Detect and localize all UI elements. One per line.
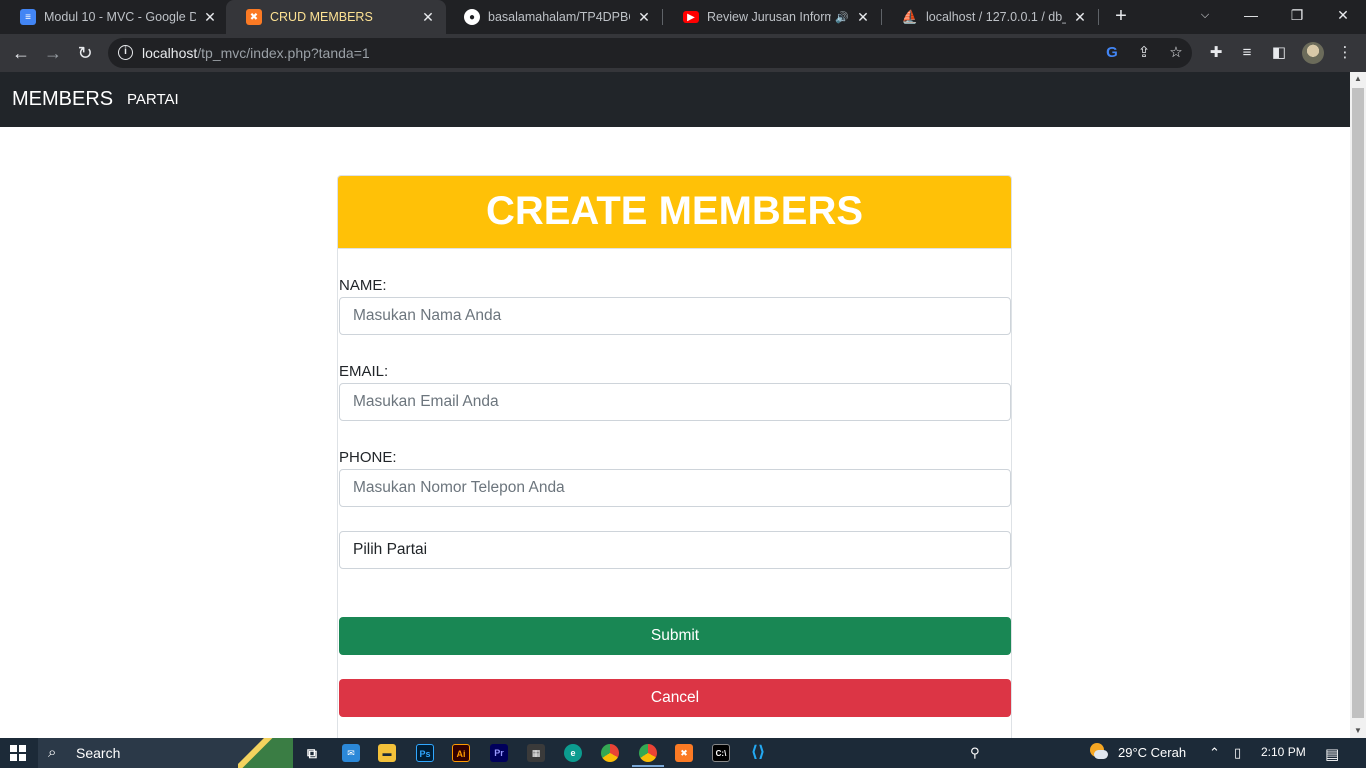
create-members-card: CREATE MEMBERS NAME: EMAIL: PHONE: Pilih… [337, 175, 1012, 738]
card-header: CREATE MEMBERS [338, 176, 1011, 249]
address-bar-url[interactable]: localhost/tp_mvc/index.php?tanda=1 [142, 45, 370, 61]
taskbar-search-box[interactable]: ⌕ Search [38, 738, 293, 768]
close-tab-icon[interactable]: ✕ [1072, 9, 1088, 26]
side-panel-icon[interactable]: ◧ [1269, 43, 1289, 63]
browser-tab[interactable]: ● basalamahalam/TP4DPBO2022 ✕ [444, 0, 662, 34]
new-tab-plus-icon[interactable]: + [1110, 5, 1132, 27]
nav-link-partai[interactable]: PARTAI [127, 91, 179, 108]
extensions-puzzle-icon[interactable]: ✚ [1206, 43, 1226, 63]
browser-tab-active[interactable]: ✖ CRUD MEMBERS ✕ [226, 0, 446, 34]
address-bar[interactable]: i localhost/tp_mvc/index.php?tanda=1 G ⇪… [108, 38, 1192, 68]
phpmyadmin-icon: ⛵ [901, 9, 919, 24]
profile-avatar[interactable] [1302, 42, 1324, 64]
windows-start-icon[interactable] [10, 745, 26, 761]
search-highlight-image [238, 738, 293, 768]
notification-icon[interactable]: ▤ [1325, 745, 1339, 763]
github-icon: ● [464, 9, 480, 25]
tab-separator [1098, 9, 1099, 25]
clock[interactable]: 2:10 PM [1261, 745, 1306, 759]
email-input[interactable] [339, 383, 1011, 421]
phone-label: PHONE: [339, 449, 397, 466]
tab-search-chevron-icon[interactable]: ⌵ [1182, 0, 1228, 34]
illustrator-icon[interactable]: Ai [452, 744, 470, 762]
media-controls-icon[interactable]: ≡ [1237, 43, 1257, 63]
windows-taskbar: ⌕ Search ⧉ ✉ ▬ Ps Ai Pr ▦ e ✖ C:\ ⟨⟩ ⚲ 2… [0, 738, 1366, 768]
bookmark-star-icon[interactable]: ☆ [1166, 43, 1186, 63]
close-window-icon[interactable]: ✕ [1320, 0, 1366, 34]
phone-input[interactable] [339, 469, 1011, 507]
mail-icon[interactable]: ✉ [342, 744, 360, 762]
scroll-down-arrow-icon[interactable]: ▼ [1350, 724, 1366, 738]
scroll-up-arrow-icon[interactable]: ▲ [1350, 72, 1366, 86]
people-icon[interactable]: ⚲ [970, 745, 980, 761]
restore-icon[interactable]: ❐ [1274, 0, 1320, 34]
file-explorer-icon[interactable]: ▬ [378, 744, 396, 762]
weather-cloud-sun-icon[interactable] [1088, 743, 1108, 761]
edge-icon[interactable]: e [564, 744, 582, 762]
cancel-button[interactable]: Cancel [339, 679, 1011, 717]
weather-text[interactable]: 29°C Cerah [1118, 745, 1186, 760]
close-tab-icon[interactable]: ✕ [636, 9, 652, 26]
photoshop-icon[interactable]: Ps [416, 744, 434, 762]
name-label: NAME: [339, 277, 387, 294]
share-icon[interactable]: ⇪ [1134, 43, 1154, 63]
calculator-icon[interactable]: ▦ [527, 744, 545, 762]
minimize-icon[interactable]: — [1228, 0, 1274, 34]
speaker-icon[interactable]: 🔊 [835, 11, 849, 24]
chrome-icon[interactable] [632, 744, 664, 767]
youtube-icon: ▶ [683, 11, 699, 23]
close-tab-icon[interactable]: ✕ [202, 9, 218, 26]
google-docs-icon: ≡ [20, 9, 36, 25]
chrome-menu-icon[interactable]: ⋮ [1335, 43, 1355, 63]
chrome-icon[interactable] [601, 744, 619, 762]
navbar-brand[interactable]: MEMBERS [12, 88, 113, 111]
web-page: MEMBERS PARTAI CREATE MEMBERS NAME: EMAI… [0, 72, 1350, 738]
back-arrow-icon[interactable]: ← [8, 40, 34, 66]
battery-icon[interactable]: ▯ [1234, 745, 1241, 761]
forward-arrow-icon[interactable]: → [40, 40, 66, 66]
partai-select-value: Pilih Partai [353, 541, 428, 558]
xampp-icon[interactable]: ✖ [675, 744, 693, 762]
site-info-icon[interactable]: i [118, 45, 133, 60]
scrollbar-thumb[interactable] [1352, 88, 1364, 718]
browser-tab[interactable]: ▶ Review Jurusan Informatika 🔊 ✕ [663, 0, 881, 34]
chevron-up-icon[interactable]: ⌃ [1209, 745, 1220, 761]
submit-button[interactable]: Submit [339, 617, 1011, 655]
page-scrollbar[interactable]: ▲ ▼ [1350, 72, 1366, 738]
terminal-icon[interactable]: C:\ [712, 744, 730, 762]
xampp-icon: ✖ [246, 9, 262, 25]
close-tab-icon[interactable]: ✕ [855, 9, 871, 26]
google-lens-icon[interactable]: G [1102, 43, 1122, 63]
site-navbar: MEMBERS PARTAI [0, 72, 1350, 127]
browser-tab[interactable]: ≡ Modul 10 - MVC - Google Docs ✕ [0, 0, 228, 34]
task-view-icon[interactable]: ⧉ [303, 744, 321, 762]
close-tab-icon[interactable]: ✕ [420, 9, 436, 26]
search-icon: ⌕ [48, 744, 57, 761]
name-input[interactable] [339, 297, 1011, 335]
page-title: CREATE MEMBERS [485, 189, 864, 233]
partai-select[interactable]: Pilih Partai [339, 531, 1011, 569]
browser-tab-strip: ≡ Modul 10 - MVC - Google Docs ✕ ✖ CRUD … [0, 0, 1366, 34]
browser-tab[interactable]: ⛵ localhost / 127.0.0.1 / db_tp4 ✕ [882, 0, 1098, 34]
email-label: EMAIL: [339, 363, 389, 380]
reload-icon[interactable]: ↻ [72, 40, 98, 66]
premiere-pro-icon[interactable]: Pr [490, 744, 508, 762]
vscode-icon[interactable]: ⟨⟩ [749, 744, 767, 762]
browser-toolbar: ← → ↻ i localhost/tp_mvc/index.php?tanda… [0, 34, 1366, 72]
